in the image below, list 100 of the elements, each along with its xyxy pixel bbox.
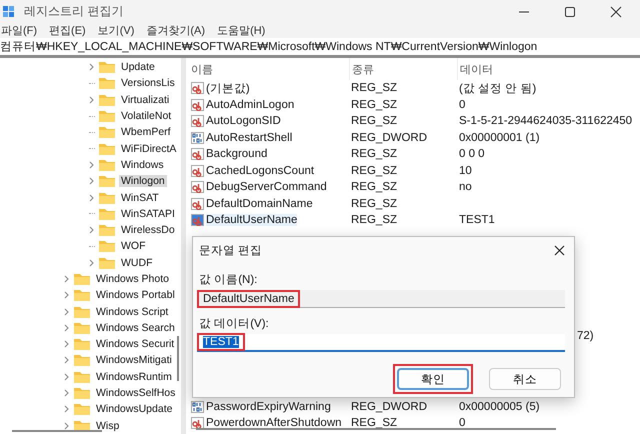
chevron-icon[interactable] [64,291,70,300]
value-name[interactable]: (기본값) [206,80,250,96]
value-name[interactable]: DefaultUserName [206,214,298,226]
scrollbar-thumb[interactable] [177,336,179,381]
tree-item[interactable]: WindowsMitigati [94,354,174,366]
chevron-icon[interactable] [64,422,70,430]
value-name[interactable]: DebugServerCommand [206,181,327,194]
value-name[interactable]: PowerdownAfterShutdown [206,417,342,430]
value-name[interactable]: CachedLogonsCount [206,164,314,177]
value-name[interactable]: AutoAdminLogon [206,98,294,111]
value-data: 72) [576,330,594,342]
folder-icon [99,142,115,155]
value-type: REG_SZ [350,198,398,210]
tree-item[interactable]: WUDF [119,256,154,269]
value-data: (값 설정 안 됨) [458,82,536,96]
value-type: REG_DWORD [350,132,428,144]
menu-item[interactable]: 파일(F) [1,23,38,38]
value-name[interactable]: PasswordExpiryWarning [206,400,331,413]
value-data: TEST1 [458,214,495,226]
scrollbar-thumb[interactable] [12,430,102,432]
value-name[interactable]: Background [206,148,268,160]
tree-item[interactable]: VersionsLis [119,77,177,90]
column-header[interactable]: 데이터 [457,58,493,80]
close-icon[interactable] [554,245,565,256]
column-header[interactable]: 이름 [189,62,349,76]
chevron-icon[interactable] [64,389,70,398]
value-name-field[interactable]: DefaultUserName [197,290,565,308]
folder-icon [99,77,115,90]
chevron-icon[interactable] [89,194,95,202]
tree-item[interactable]: Wisp [94,420,122,432]
value-data: 0 [458,98,466,111]
dialog-button[interactable]: 확인 [397,368,469,390]
chevron-icon[interactable] [64,275,70,283]
value-data: 0 0 0 [458,148,485,160]
chevron-icon[interactable] [64,405,70,414]
tree-item[interactable]: Windows Photo [94,273,171,285]
field-label: 값 이름(N): [198,273,258,286]
menu-item[interactable]: 도움말(H) [217,23,266,38]
address-bar[interactable]: 컴퓨터₩HKEY_LOCAL_MACHINE₩SOFTWARE₩Microsoft₩Windows NT₩CurrentVersion₩Winlogon [0,38,640,58]
value-data: S-1-5-21-2944624035-311622450 [458,115,632,128]
folder-icon [74,370,90,383]
chevron-icon[interactable] [89,258,95,267]
folder-icon [99,192,115,204]
tree-item[interactable]: WiFiDirectA [119,142,178,155]
folder-icon [99,126,115,138]
tree-item[interactable]: WinSATAPI [119,208,177,220]
chevron-icon[interactable] [89,226,95,234]
tree-item[interactable]: WindowsRuntim [94,370,174,383]
folder-icon [99,256,115,269]
folder-icon [99,94,115,106]
value-type: REG_SZ [350,164,398,177]
menu-item[interactable]: 편집(E) [49,23,86,38]
tree-item[interactable]: Windows Script [94,306,170,318]
menu-item[interactable]: 즐겨찾기(A) [146,23,206,38]
tree-item[interactable]: Winlogon [119,175,167,188]
folder-icon [99,224,115,236]
column-header[interactable]: 종류 [349,58,457,80]
value-data: no [458,181,472,194]
value-name[interactable]: AutoRestartShell [206,132,292,144]
tree-item[interactable]: Windows [119,158,166,171]
tree-item[interactable]: Windows Securit [94,338,176,350]
maximize-icon[interactable] [564,6,576,18]
chevron-icon[interactable] [64,308,70,316]
tree-item[interactable]: WindowsUpdate [94,403,174,416]
folder-icon [74,273,90,285]
folder-icon [99,175,115,188]
folder-icon [74,354,90,366]
chevron-icon[interactable] [64,324,70,332]
dialog-button[interactable]: 취소 [489,368,561,390]
tree-item[interactable]: WirelessDo [119,224,177,236]
folder-icon [99,110,115,122]
value-name[interactable]: DefaultDomainName [206,198,313,210]
tree-item[interactable]: WindowsSelfHos [94,387,178,400]
value-type: REG_SZ [350,98,398,111]
registry-icon [2,4,16,18]
tree-item[interactable]: WinSAT [119,192,161,204]
chevron-icon[interactable] [64,356,70,364]
chevron-icon[interactable] [64,372,70,381]
tree-item[interactable]: Update [119,61,157,74]
tree-item[interactable]: Windows Search [94,322,177,334]
folder-icon [74,338,90,350]
chevron-icon[interactable] [64,340,70,348]
tree-item[interactable]: WOF [119,240,148,252]
value-name[interactable]: AutoLogonSID [206,115,281,128]
value-type: REG_SZ [350,214,398,226]
tree-item[interactable]: Virtualizati [119,94,172,106]
tree-item[interactable]: WbemPerf [119,126,173,138]
chevron-icon[interactable] [89,160,95,169]
chevron-icon[interactable] [89,177,95,186]
tree-item[interactable]: Windows Portabl [94,289,177,302]
value-type: REG_SZ [350,417,398,430]
menu-item[interactable]: 보기(V) [98,23,134,38]
scrollbar-thumb[interactable] [196,428,556,430]
value-data-field[interactable]: TEST1 [197,334,565,352]
folder-icon [74,387,90,400]
folder-icon [74,403,90,416]
chevron-icon[interactable] [89,63,95,72]
close-icon[interactable] [610,6,622,18]
tree-item[interactable]: VolatileNot [119,110,174,122]
chevron-icon[interactable] [89,96,95,104]
